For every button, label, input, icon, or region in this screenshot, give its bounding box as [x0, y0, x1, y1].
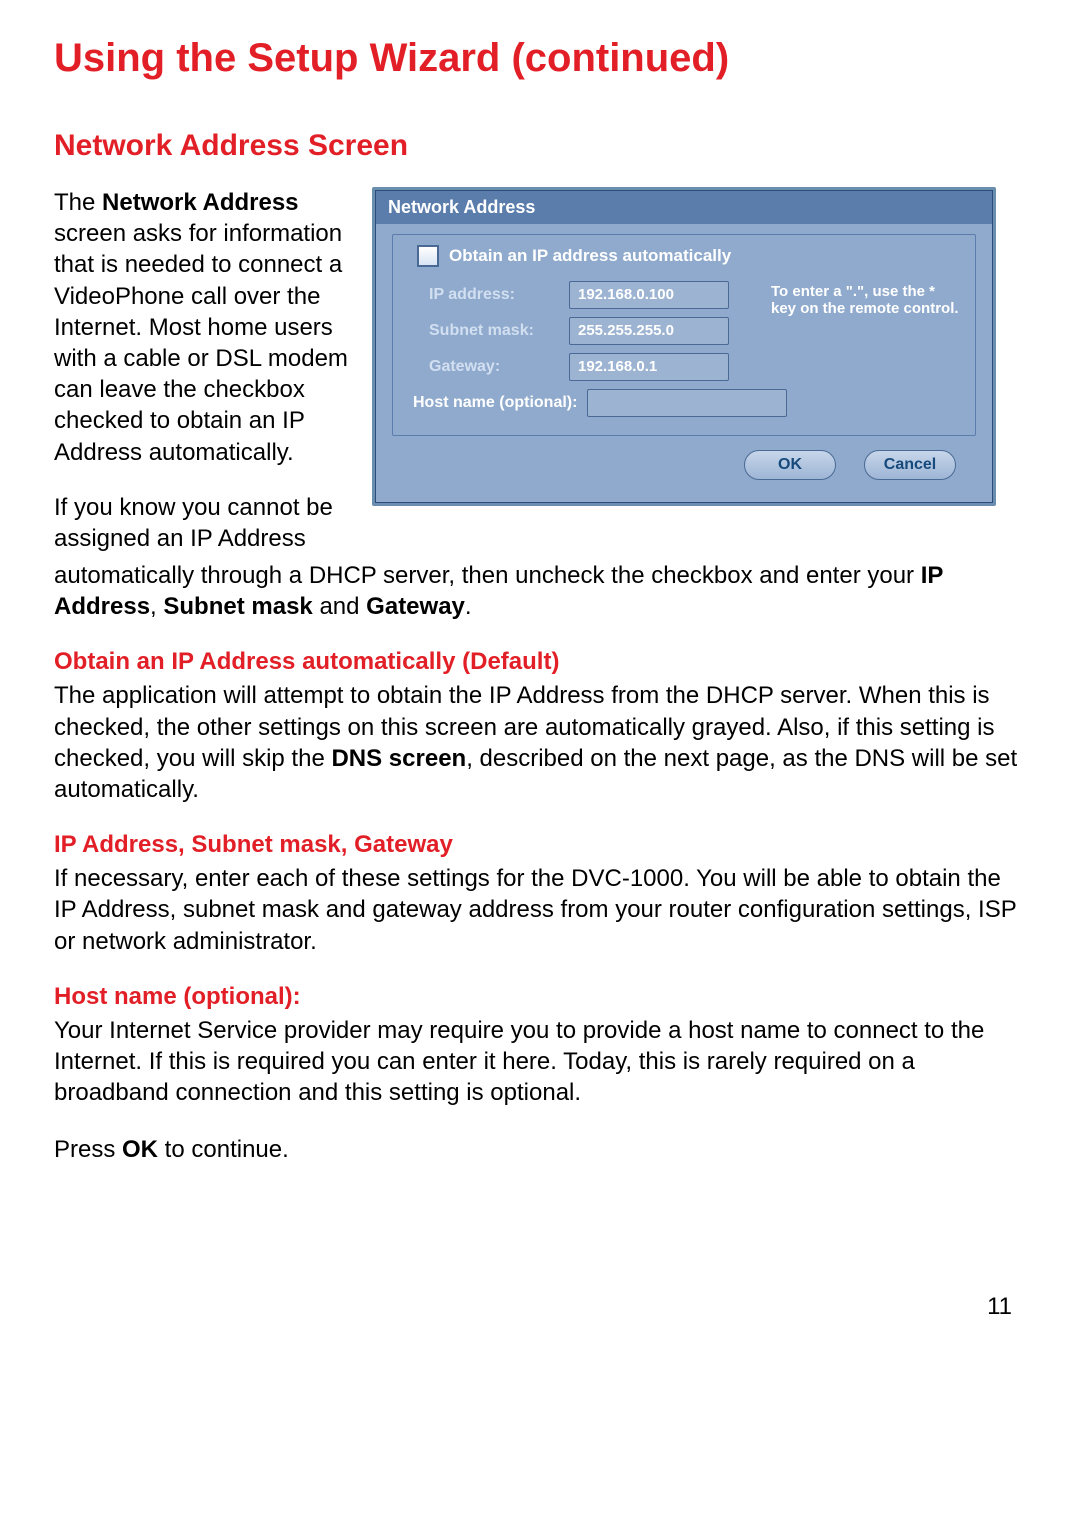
host-heading: Host name (optional): [54, 983, 1026, 1011]
intro-paragraph-1: The Network Address screen asks for info… [54, 187, 354, 468]
intro-paragraph-2b: automatically through a DHCP server, the… [54, 560, 1026, 622]
intro-p2-end: . [465, 593, 472, 620]
dialog-title: Network Address [376, 191, 992, 224]
ip-address-label: IP address: [429, 286, 569, 304]
ipsg-heading: IP Address, Subnet mask, Gateway [54, 831, 1026, 859]
intro-p2-sep1: , [150, 593, 163, 620]
press-ok-text: Press OK to continue. [54, 1134, 1026, 1165]
intro-p2-sep2: and [313, 593, 366, 620]
intro-p1-prefix: The [54, 189, 102, 216]
cancel-button[interactable]: Cancel [864, 450, 956, 480]
press-a: Press [54, 1136, 122, 1163]
ok-button[interactable]: OK [744, 450, 836, 480]
press-b: to continue. [158, 1136, 289, 1163]
intro-p2-b2: Subnet mask [163, 593, 312, 620]
intro-paragraph-2a: If you know you cannot be assigned an IP… [54, 492, 354, 554]
gateway-input[interactable]: 192.168.0.1 [569, 353, 729, 381]
obtain-text-bold: DNS screen [331, 745, 466, 772]
dot-entry-hint: To enter a ".", use the * key on the rem… [771, 283, 961, 318]
host-text: Your Internet Service provider may requi… [54, 1015, 1026, 1109]
intro-p1-rest: screen asks for information that is need… [54, 220, 348, 465]
intro-p1-bold: Network Address [102, 189, 299, 216]
obtain-text: The application will attempt to obtain t… [54, 680, 1026, 805]
network-address-dialog: Network Address Obtain an IP address aut… [372, 187, 996, 506]
section-heading: Network Address Screen [54, 129, 1026, 163]
intro-p2-b3: Gateway [366, 593, 465, 620]
obtain-ip-checkbox[interactable] [417, 245, 439, 267]
gateway-label: Gateway: [429, 358, 569, 376]
subnet-mask-input[interactable]: 255.255.255.0 [569, 317, 729, 345]
ipsg-text: If necessary, enter each of these settin… [54, 863, 1026, 957]
ip-address-input[interactable]: 192.168.0.100 [569, 281, 729, 309]
hostname-input[interactable] [587, 389, 787, 417]
subnet-mask-label: Subnet mask: [429, 322, 569, 340]
press-bold: OK [122, 1136, 158, 1163]
page-title: Using the Setup Wizard (continued) [54, 36, 1026, 81]
obtain-heading: Obtain an IP Address automatically (Defa… [54, 648, 1026, 676]
intro-p2-part2a: automatically through a DHCP server, the… [54, 562, 921, 589]
obtain-ip-checkbox-label: Obtain an IP address automatically [449, 246, 731, 266]
page-number: 11 [987, 1293, 1012, 1321]
hostname-label: Host name (optional): [413, 394, 577, 412]
